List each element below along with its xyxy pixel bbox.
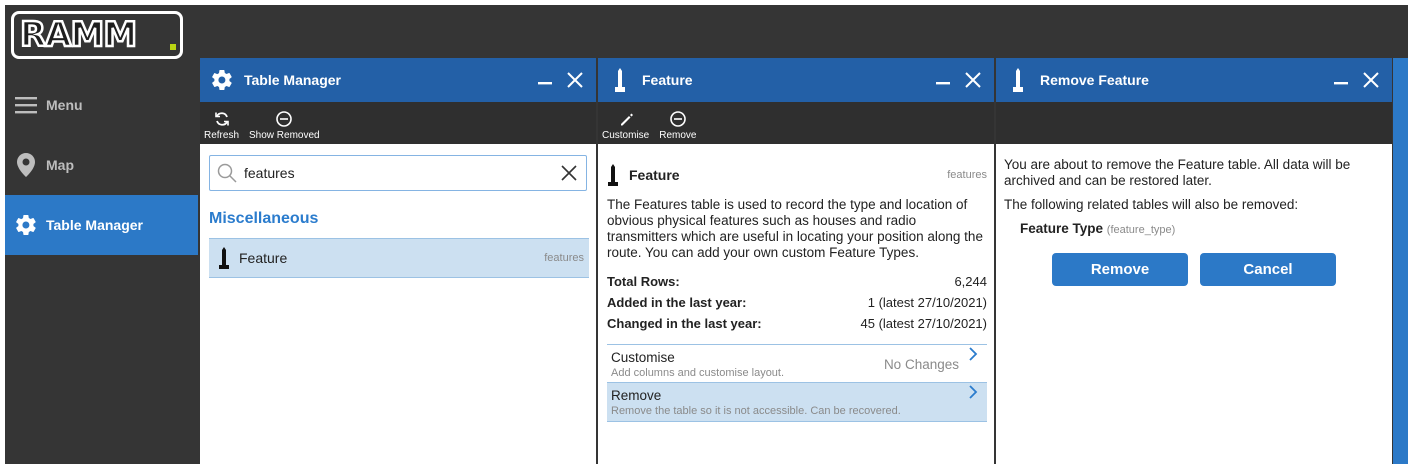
section-title: Miscellaneous — [209, 210, 319, 227]
feature-obelisk-icon — [996, 68, 1040, 92]
toolbar: Refresh Show Removed — [200, 102, 596, 144]
close-icon — [965, 72, 981, 88]
nav-item-label: Map — [46, 157, 74, 173]
cancel-button[interactable]: Cancel — [1200, 253, 1336, 286]
pencil-icon — [620, 113, 633, 126]
remove-message: You are about to remove the Feature tabl… — [1004, 157, 1351, 188]
close-button[interactable] — [958, 71, 988, 89]
minimize-icon — [936, 82, 950, 85]
related-table-code: (feature_type) — [1106, 224, 1176, 236]
nav-item-map[interactable]: Map — [5, 135, 198, 195]
minimize-button[interactable] — [1326, 72, 1356, 88]
chevron-right-icon — [968, 347, 978, 366]
close-button[interactable] — [560, 71, 590, 89]
show-removed-button[interactable]: Show Removed — [249, 111, 320, 144]
panel-header: Feature — [598, 58, 994, 102]
customise-row[interactable]: Customise Add columns and customise layo… — [607, 344, 987, 383]
toolbar — [996, 102, 1392, 144]
customise-title: Customise — [611, 350, 675, 365]
feature-description: The Features table is used to record the… — [607, 197, 983, 260]
logo-text: RAMM — [19, 15, 139, 55]
feature-panel: Feature Customise Remove Feature feature… — [598, 58, 994, 464]
chevron-right-icon — [968, 385, 978, 404]
related-intro: The following related tables will also b… — [1004, 197, 1299, 212]
stat-label: Changed in the last year: — [607, 316, 762, 331]
close-icon — [567, 72, 583, 88]
minimize-button[interactable] — [928, 72, 958, 88]
search-input[interactable] — [244, 165, 552, 181]
minus-circle-icon — [276, 111, 293, 127]
logo-dot — [170, 44, 176, 50]
customise-status: No Changes — [883, 357, 959, 372]
panel-title: Remove Feature — [1040, 72, 1149, 88]
nav-item-menu[interactable]: Menu — [5, 75, 198, 135]
minus-circle-icon — [670, 111, 686, 127]
stat-label: Total Rows: — [607, 274, 680, 289]
search-icon — [210, 163, 244, 183]
close-button[interactable] — [1356, 71, 1386, 89]
feature-stats: Total Rows: 6,244 Added in the last year… — [607, 271, 987, 334]
refresh-icon — [214, 112, 229, 126]
minimize-icon — [538, 82, 552, 85]
ramm-logo: RAMM — [11, 11, 183, 59]
list-item-feature[interactable]: Feature features — [209, 238, 589, 278]
panel-title: Feature — [642, 72, 693, 88]
feature-obelisk-icon — [598, 68, 642, 92]
related-table-name: Feature Type — [1020, 221, 1104, 236]
search-box — [209, 155, 587, 191]
remove-row[interactable]: Remove Remove the table so it is not acc… — [607, 383, 987, 422]
remove-button[interactable]: Remove — [659, 111, 697, 144]
remove-title: Remove — [611, 388, 662, 403]
list-item-label: Feature — [239, 250, 288, 266]
show-removed-label: Show Removed — [249, 130, 320, 141]
list-item-code: features — [544, 252, 584, 264]
stat-row: Changed in the last year: 45 (latest 27/… — [607, 313, 987, 334]
nav-item-table-manager[interactable]: Table Manager — [5, 195, 198, 255]
related-table: Feature Type (feature_type) — [1020, 221, 1175, 236]
customise-button[interactable]: Customise — [602, 111, 649, 144]
close-icon — [1363, 72, 1379, 88]
nav-item-label: Menu — [46, 97, 83, 113]
feature-name: Feature — [629, 167, 680, 183]
nav-item-label: Table Manager — [46, 217, 143, 233]
stat-value: 45 (latest 27/10/2021) — [860, 316, 987, 331]
remove-subtitle: Remove the table so it is not accessible… — [611, 405, 901, 417]
stat-row: Added in the last year: 1 (latest 27/10/… — [607, 292, 987, 313]
remove-label: Remove — [659, 130, 697, 141]
customise-subtitle: Add columns and customise layout. — [611, 367, 785, 379]
stat-value: 6,244 — [954, 274, 987, 289]
toolbar: Customise Remove — [598, 102, 994, 144]
stat-value: 1 (latest 27/10/2021) — [867, 295, 987, 310]
customise-label: Customise — [602, 130, 650, 141]
gear-icon — [5, 213, 46, 237]
feature-obelisk-icon — [209, 247, 239, 269]
gear-icon — [200, 68, 244, 92]
app-window: RAMM Menu Map Table Manager Table Manage… — [5, 5, 1408, 464]
clear-icon — [561, 165, 577, 181]
remove-feature-panel: Remove Feature You are about to remove t… — [996, 58, 1392, 464]
minimize-icon — [1334, 82, 1348, 85]
table-manager-panel: Table Manager Refresh Show Removed featu… — [200, 58, 596, 464]
panel-header: Table Manager — [200, 58, 596, 102]
stat-row: Total Rows: 6,244 — [607, 271, 987, 292]
panel-title: Table Manager — [244, 72, 341, 88]
feature-heading: Feature features — [607, 164, 987, 186]
clear-search-button[interactable] — [552, 164, 586, 182]
refresh-button[interactable]: Refresh — [204, 111, 239, 144]
panel-header: Remove Feature — [996, 58, 1392, 102]
confirm-remove-button[interactable]: Remove — [1052, 253, 1188, 286]
stat-label: Added in the last year: — [607, 295, 747, 310]
feature-code: features — [947, 169, 987, 181]
hamburger-icon — [5, 96, 46, 114]
map-pin-icon — [5, 153, 46, 177]
minimize-button[interactable] — [530, 72, 560, 88]
feature-obelisk-icon — [607, 164, 629, 186]
scroll-strip — [1393, 58, 1408, 464]
refresh-label: Refresh — [204, 130, 240, 141]
